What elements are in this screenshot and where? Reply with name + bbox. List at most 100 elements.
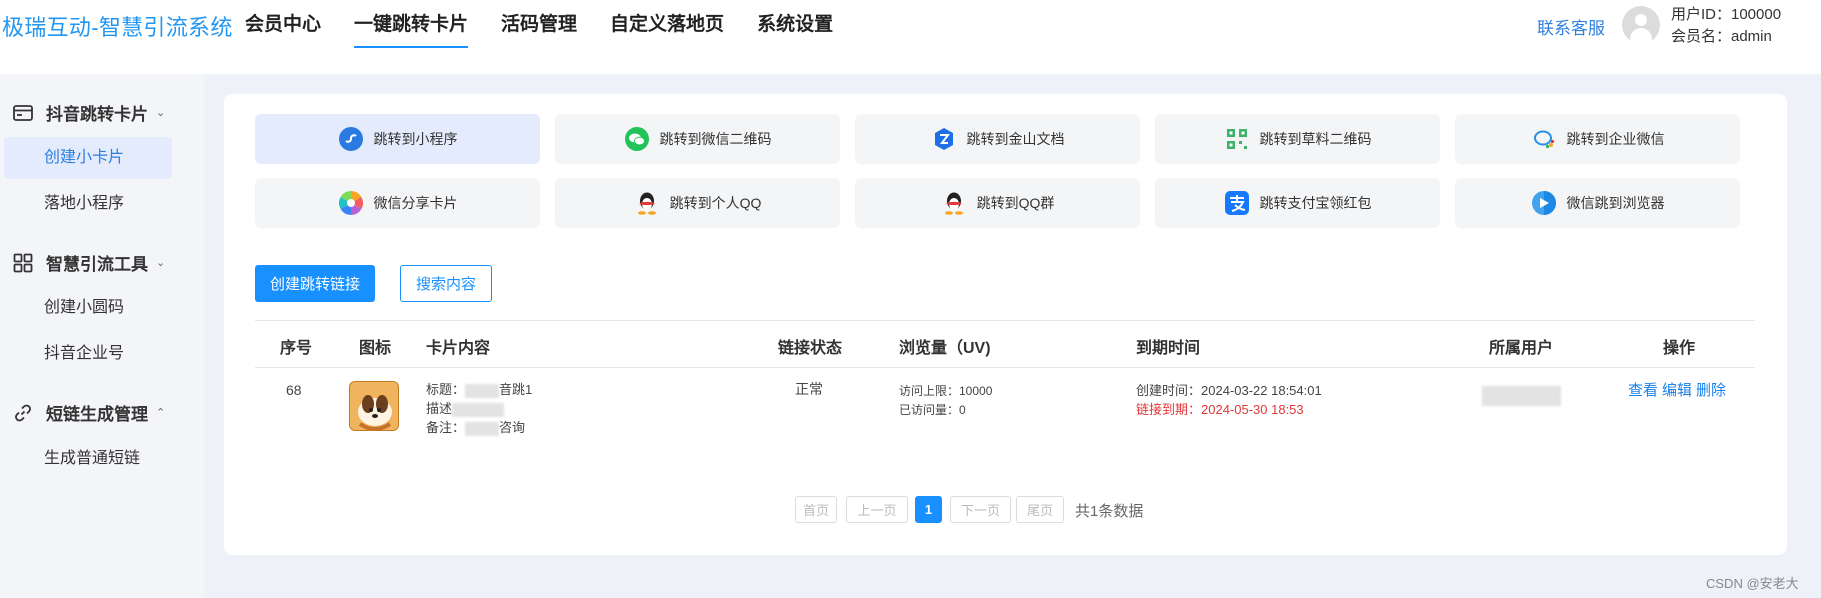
pagination-total: 共1条数据	[1075, 503, 1144, 520]
pagination-last[interactable]: 尾页	[1016, 496, 1064, 523]
card-qq-group[interactable]: 跳转到QQ群	[855, 178, 1140, 228]
table-top-border	[255, 320, 1755, 321]
sidebar-item-create-round-code[interactable]: 创建小圆码	[4, 287, 172, 329]
table-header-border	[255, 367, 1755, 368]
card-label: 跳转到QQ群	[976, 195, 1055, 211]
card-icon	[12, 103, 34, 123]
card-wechat-to-browser[interactable]: 微信跳到浏览器	[1455, 178, 1740, 228]
desc-prefix: 描述	[426, 401, 453, 416]
col-header-owner: 所属用户	[1489, 340, 1554, 357]
card-label: 跳转支付宝领红包	[1259, 195, 1372, 211]
expiry-time: 链接到期：2024-05-30 18:53	[1136, 402, 1304, 417]
view-stats: 访问上限：10000 已访问量：0	[899, 382, 992, 420]
created-time: 创建时间：2024-03-22 18:54:01	[1136, 383, 1322, 398]
avatar-head-shape	[1635, 14, 1647, 26]
col-header-content: 卡片内容	[426, 340, 491, 357]
col-header-status: 链接状态	[778, 340, 843, 357]
card-note-line: 备注： 咨询	[426, 418, 532, 437]
card-wecom[interactable]: 跳转到企业微信	[1455, 114, 1740, 164]
sidebar-item-landing-miniprogram[interactable]: 落地小程序	[4, 183, 172, 225]
grid-icon	[12, 253, 34, 273]
card-wechat-qrcode[interactable]: 跳转到微信二维码	[555, 114, 840, 164]
owner-cell	[1482, 385, 1561, 406]
watermark: CSDN @安老大	[1706, 576, 1799, 591]
note-prefix: 备注：	[426, 420, 466, 435]
sidebar-group-shortlink[interactable]: 短链生成管理 ⌃	[12, 400, 165, 425]
note-tail: 咨询	[499, 420, 526, 435]
card-alipay-redpacket[interactable]: 跳转支付宝领红包	[1155, 178, 1440, 228]
sidebar-group-douyin-card[interactable]: 抖音跳转卡片 ⌄	[12, 100, 165, 125]
title-tail: 音跳1	[499, 382, 533, 397]
user-info: 用户ID：100000 会员名：admin	[1671, 4, 1781, 48]
user-id: 用户ID：100000	[1671, 6, 1782, 23]
card-personal-qq[interactable]: 跳转到个人QQ	[555, 178, 840, 228]
card-label: 跳转到企业微信	[1566, 131, 1665, 147]
delete-button[interactable]: 删除	[1696, 382, 1726, 399]
link-status: 正常	[795, 381, 823, 397]
pagination-current-page[interactable]: 1	[915, 496, 942, 523]
col-header-actions: 操作	[1663, 340, 1696, 357]
pagination-first[interactable]: 首页	[795, 496, 837, 523]
nav-landing-page[interactable]: 自定义落地页	[610, 0, 724, 50]
card-label: 跳转到金山文档	[966, 131, 1065, 147]
browser-icon	[1531, 190, 1557, 216]
card-kdocs[interactable]: 跳转到金山文档	[855, 114, 1140, 164]
qq-group-icon	[941, 190, 967, 216]
alipay-icon	[1224, 190, 1250, 216]
top-bar: 极瑞互动-智慧引流系统 会员中心 一键跳转卡片 活码管理 自定义落地页 系统设置…	[0, 0, 1821, 74]
title-prefix: 标题：	[426, 382, 466, 397]
card-label: 微信分享卡片	[373, 195, 458, 211]
contact-support-link[interactable]: 联系客服	[1537, 14, 1605, 39]
card-label: 跳转到微信二维码	[659, 131, 772, 147]
sidebar-group-traffic-tools[interactable]: 智慧引流工具 ⌄	[12, 250, 165, 275]
wecom-icon	[1531, 126, 1557, 152]
pagination-next[interactable]: 下一页	[950, 496, 1011, 523]
card-wechat-share[interactable]: 微信分享卡片	[255, 178, 540, 228]
card-miniprogram[interactable]: 跳转到小程序	[255, 114, 540, 164]
wechat-icon	[624, 126, 650, 152]
avatar[interactable]	[1622, 6, 1660, 44]
qq-icon	[634, 190, 660, 216]
avatar-body-shape	[1630, 28, 1652, 44]
col-header-expiry: 到期时间	[1136, 340, 1201, 357]
create-jump-link-button[interactable]: 创建跳转链接	[255, 265, 375, 302]
search-content-button[interactable]: 搜索内容	[400, 265, 492, 302]
visit-limit: 访问上限：10000	[899, 384, 993, 398]
card-thumbnail	[349, 381, 399, 431]
edit-button[interactable]: 编辑	[1662, 382, 1692, 399]
link-list-panel: 创建跳转链接 搜索内容 序号 图标 卡片内容 链接状态 浏览量（UV) 到期时间…	[224, 244, 1787, 555]
redacted-text	[452, 402, 505, 417]
card-type-panel: 跳转到小程序 跳转到微信二维码 跳转到金山文档 跳转到草料二维码 跳转到企业微信…	[224, 94, 1787, 244]
redacted-text	[1482, 385, 1561, 406]
nav-jump-card[interactable]: 一键跳转卡片	[354, 0, 469, 50]
sidebar-item-douyin-enterprise[interactable]: 抖音企业号	[4, 333, 172, 375]
card-label: 跳转到小程序	[373, 131, 458, 147]
redacted-text	[465, 383, 500, 398]
nav-system-settings[interactable]: 系统设置	[757, 0, 833, 50]
expiry-info: 创建时间：2024-03-22 18:54:01 链接到期：2024-05-30…	[1136, 381, 1322, 419]
brand-logo[interactable]: 极瑞互动-智慧引流系统	[2, 10, 233, 42]
miniprogram-icon	[338, 126, 364, 152]
sidebar-group-label: 短链生成管理	[46, 405, 148, 424]
visited-count: 已访问量：0	[899, 403, 966, 417]
col-header-index: 序号	[280, 340, 313, 357]
col-header-icon: 图标	[359, 340, 392, 357]
sidebar-group-label: 智慧引流工具	[46, 255, 148, 274]
sidebar: 抖音跳转卡片 ⌄ 创建小卡片 落地小程序 智慧引流工具 ⌄ 创建小圆码 抖音企业…	[0, 74, 204, 598]
sidebar-item-generate-shortlink[interactable]: 生成普通短链	[4, 438, 172, 480]
qrcode-icon	[1224, 126, 1250, 152]
sidebar-group-label: 抖音跳转卡片	[46, 105, 148, 124]
nav-member-center[interactable]: 会员中心	[245, 0, 321, 50]
view-button[interactable]: 查看	[1628, 382, 1658, 399]
nav-live-code[interactable]: 活码管理	[501, 0, 577, 50]
chevron-down-icon: ⌄	[156, 107, 166, 119]
card-caoliao-qrcode[interactable]: 跳转到草料二维码	[1155, 114, 1440, 164]
share-icon	[338, 190, 364, 216]
main-nav: 会员中心 一键跳转卡片 活码管理 自定义落地页 系统设置	[245, 0, 866, 50]
pagination-prev[interactable]: 上一页	[846, 496, 908, 523]
chevron-down-icon: ⌄	[156, 257, 166, 269]
redacted-text	[465, 421, 500, 436]
card-content: 标题： 音跳1 描述 备注： 咨询	[426, 380, 532, 437]
sidebar-item-create-card[interactable]: 创建小卡片	[4, 137, 172, 179]
row-actions: 查看 编辑 删除	[1628, 381, 1730, 400]
